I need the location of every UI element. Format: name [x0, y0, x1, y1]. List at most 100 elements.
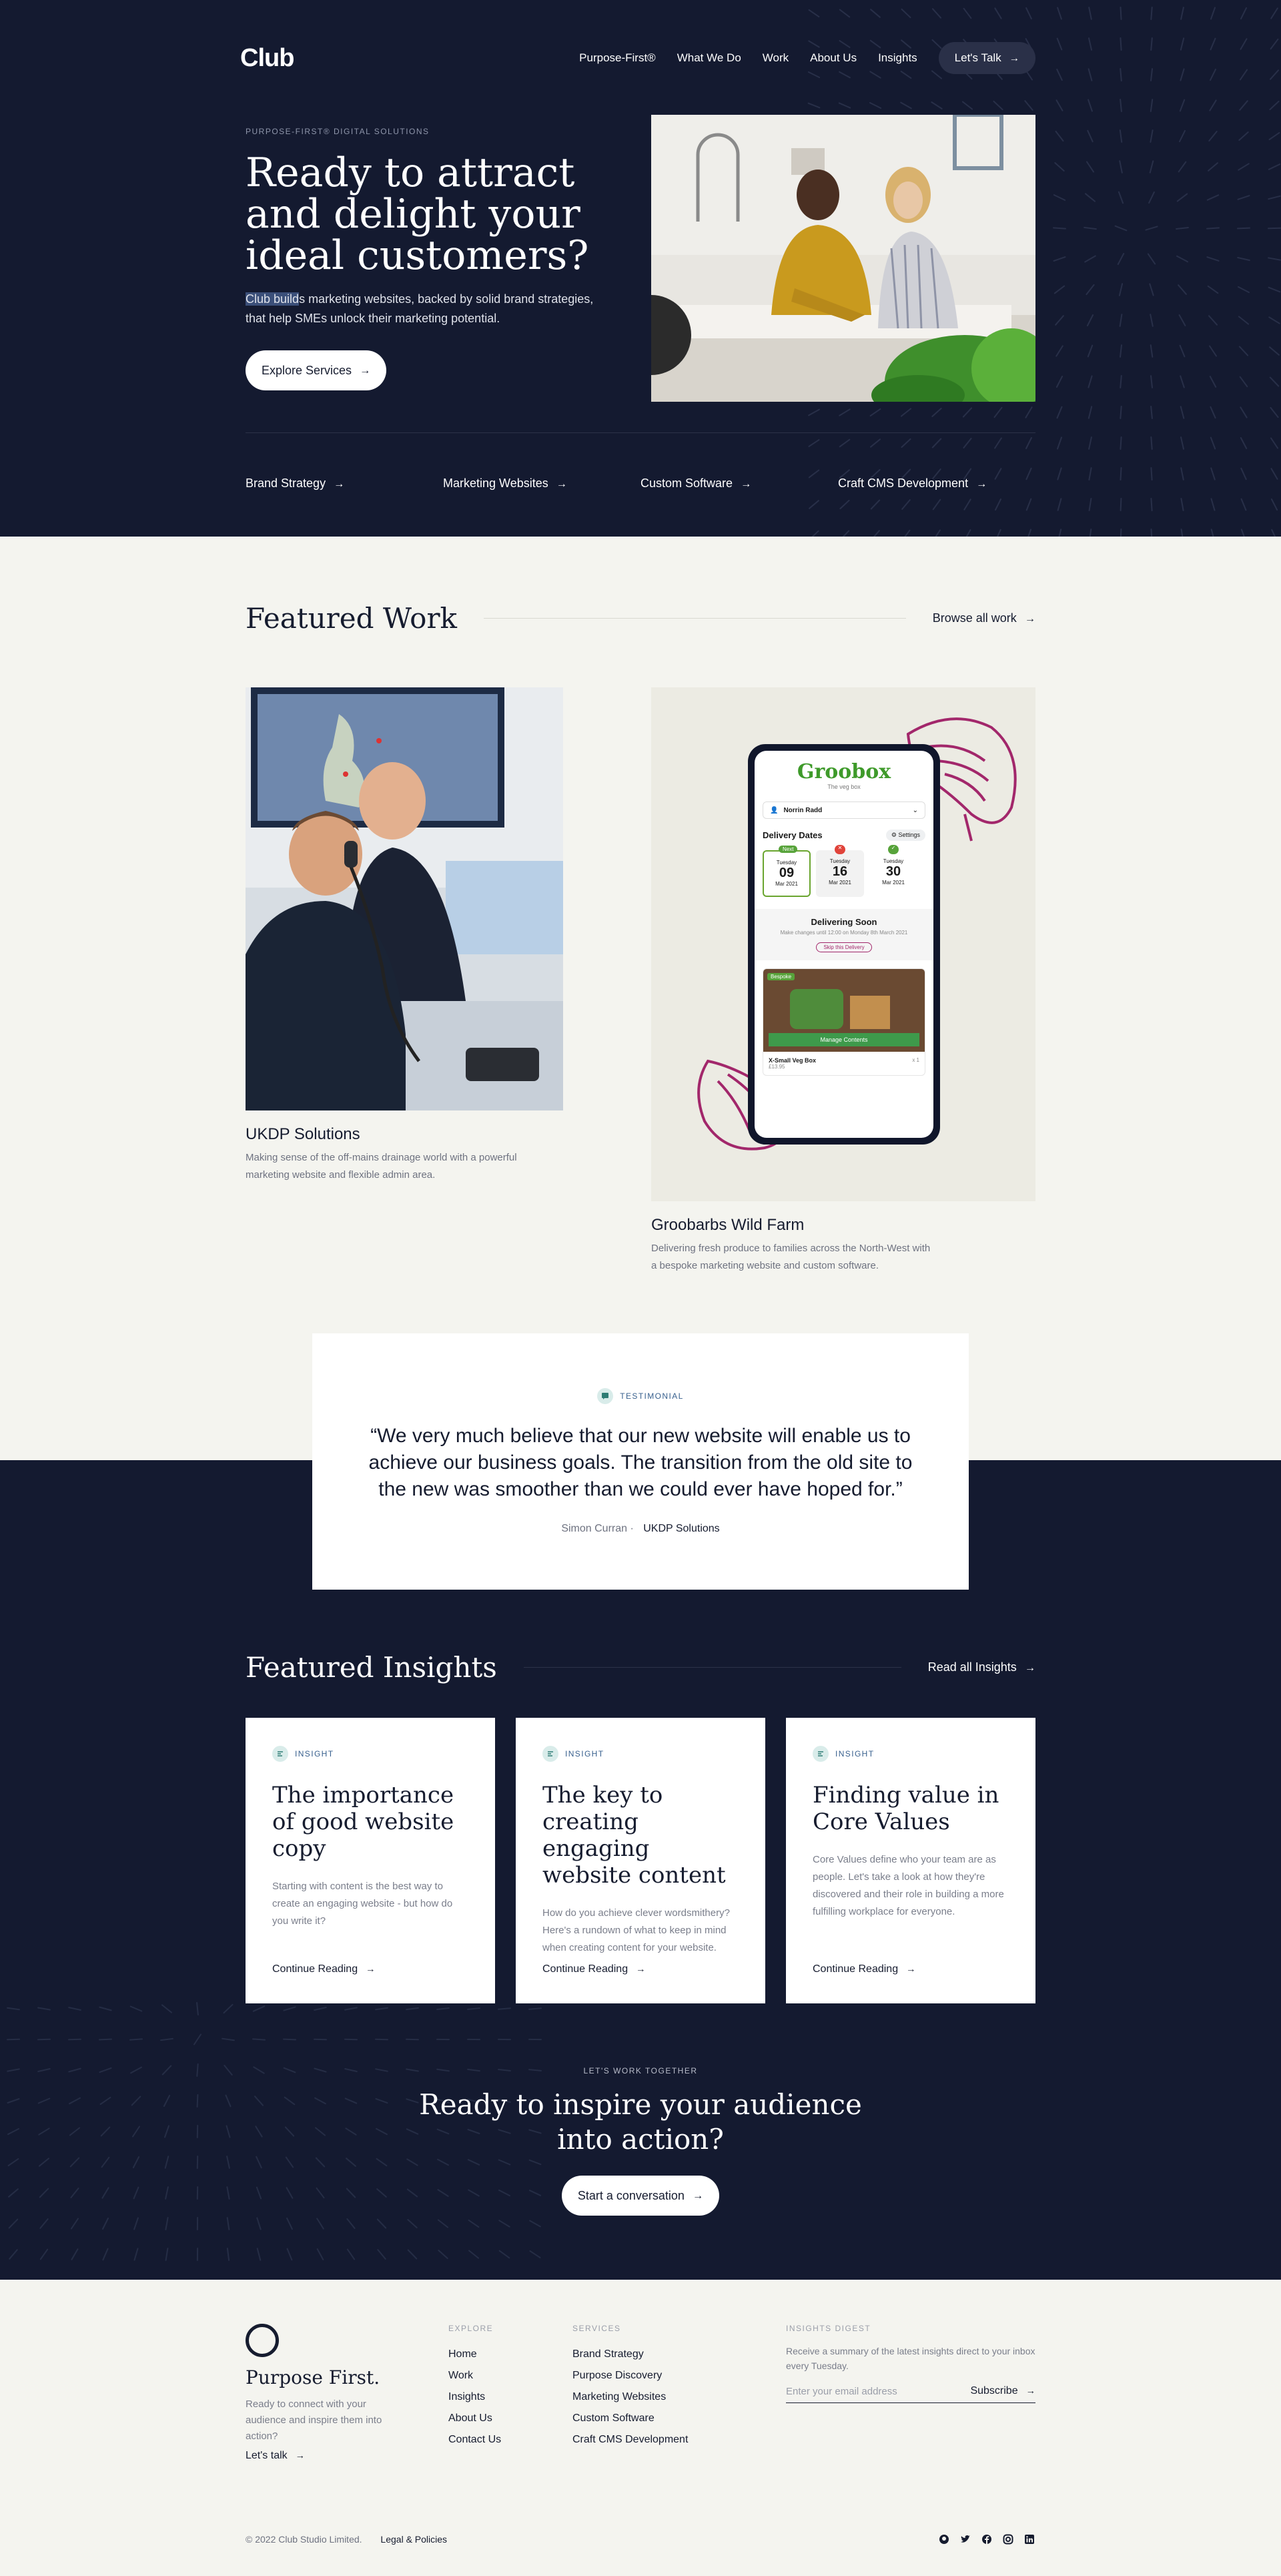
footer-services-heading: SERVICES — [572, 2324, 621, 2333]
social-links — [938, 2533, 1035, 2545]
footer-link-work[interactable]: Work — [448, 2365, 501, 2386]
explore-services-label: Explore Services — [262, 363, 352, 377]
footer-link-contact-us[interactable]: Contact Us — [448, 2429, 501, 2451]
nav-link-work[interactable]: Work — [763, 51, 789, 65]
footer-link-marketing-websites[interactable]: Marketing Websites — [572, 2386, 688, 2408]
footer-link-home[interactable]: Home — [448, 2344, 501, 2365]
product-qty: x 1 — [912, 1057, 919, 1063]
twitter-icon[interactable] — [959, 2533, 971, 2545]
arrow-right-icon: → — [295, 2451, 306, 2461]
footer-link-custom-software[interactable]: Custom Software — [572, 2408, 688, 2429]
service-link-marketing-websites[interactable]: Marketing Websites → — [443, 476, 640, 491]
nav-link-about-us[interactable]: About Us — [810, 51, 857, 65]
nav-link-what-we-do[interactable]: What We Do — [677, 51, 741, 65]
club-logo[interactable]: Club — [240, 44, 294, 73]
footer-brand-description: Ready to connect with your audience and … — [246, 2398, 382, 2442]
footer-link-insights[interactable]: Insights — [448, 2386, 501, 2408]
testimonial-card: TESTIMONIAL “We very much believe that o… — [312, 1333, 969, 1590]
lines-icon — [272, 1746, 288, 1762]
service-link-custom-software[interactable]: Custom Software → — [640, 476, 838, 491]
instagram-icon[interactable] — [1002, 2533, 1014, 2545]
case-study-ukdp[interactable]: UKDP Solutions Making sense of the off-m… — [246, 687, 563, 1184]
cta-title: Ready to inspire your audience into acti… — [419, 2088, 862, 2156]
lets-talk-label: Let's Talk — [954, 51, 1001, 64]
service-label: Marketing Websites — [443, 476, 548, 490]
case-study-groobarbs[interactable]: Groobox The veg box 👤 Norrin Radd ⌄ Deli… — [651, 687, 1035, 1275]
insight-description: How do you achieve clever wordsmithery? … — [542, 1907, 730, 1953]
insight-description: Starting with content is the best way to… — [272, 1881, 453, 1927]
insight-card[interactable]: INSIGHT The key to creating engaging web… — [516, 1718, 765, 2003]
continue-reading-link[interactable]: Continue Reading → — [813, 1963, 915, 1975]
insight-card[interactable]: INSIGHT The importance of good website c… — [246, 1718, 495, 2003]
footer-link-craft-cms[interactable]: Craft CMS Development — [572, 2429, 688, 2451]
footer-link-brand-strategy[interactable]: Brand Strategy — [572, 2344, 688, 2365]
cta-eyebrow: LET'S WORK TOGETHER — [583, 2066, 698, 2075]
services-links: Brand Strategy → Marketing Websites → Cust… — [246, 476, 1035, 491]
lets-talk-button[interactable]: Let's Talk → — [938, 42, 1035, 74]
date-card: Next Tuesday 09 Mar 2021 — [763, 846, 811, 897]
explore-services-button[interactable]: Explore Services → — [246, 350, 387, 390]
nav-link-purpose-first[interactable]: Purpose-First® — [579, 51, 656, 65]
start-conversation-button[interactable]: Start a conversation → — [561, 2176, 720, 2216]
insight-card[interactable]: INSIGHT Finding value in Core Values Cor… — [786, 1718, 1035, 2003]
insight-tag: INSIGHT — [272, 1746, 334, 1762]
continue-reading-label: Continue Reading — [813, 1963, 899, 1975]
insight-title: The key to creating engaging website con… — [542, 1782, 726, 1889]
date-number: 16 — [832, 864, 848, 879]
service-link-brand-strategy[interactable]: Brand Strategy → — [246, 476, 443, 491]
speech-bubble-icon — [597, 1388, 614, 1404]
insight-title: The importance of good website copy — [272, 1782, 454, 1862]
groobox-tagline: The veg box — [827, 783, 861, 790]
read-all-insights-link[interactable]: Read all Insights → — [928, 1660, 1035, 1674]
email-input[interactable] — [786, 2385, 971, 2397]
footer-link-purpose-discovery[interactable]: Purpose Discovery — [572, 2365, 688, 2386]
case-description: Making sense of the off-mains drainage w… — [246, 1152, 517, 1181]
chevron-down-icon: ⌄ — [912, 806, 918, 814]
facebook-icon[interactable] — [981, 2533, 993, 2545]
service-label: Custom Software — [640, 476, 733, 490]
subscribe-button[interactable]: Subscribe → — [970, 2385, 1035, 2397]
service-label: Brand Strategy — [246, 476, 326, 490]
footer-explore-heading: EXPLORE — [448, 2324, 494, 2333]
date-card: ✕ Tuesday 16 Mar 2021 — [816, 845, 864, 897]
featured-work-header: Featured Work Browse all work → — [246, 602, 1035, 635]
delivering-soon-note: Make changes until 12:00 on Monday 8th M… — [780, 930, 908, 936]
testimonial-citation: Simon Curran · UKDP Solutions — [312, 1523, 969, 1535]
gear-icon: ⚙ — [891, 832, 899, 838]
continue-reading-link[interactable]: Continue Reading → — [272, 1963, 375, 1975]
testimonial-quote: “We very much believe that our new websi… — [368, 1425, 913, 1500]
footer-link-about-us[interactable]: About Us — [448, 2408, 501, 2429]
service-label: Craft CMS Development — [838, 476, 969, 490]
dot-separator: · — [630, 1523, 637, 1534]
nav-link-insights[interactable]: Insights — [878, 51, 917, 65]
service-link-craft-cms[interactable]: Craft CMS Development → — [838, 476, 1035, 491]
header-rule — [483, 618, 906, 619]
footer-lets-talk-label: Let's talk — [246, 2450, 288, 2461]
footer-lets-talk-link[interactable]: Let's talk → — [246, 2450, 406, 2462]
site-footer: Purpose First. Ready to connect with you… — [0, 2280, 1281, 2576]
insight-tag-label: INSIGHT — [835, 1749, 875, 1758]
delivery-dates-title: Delivery Dates — [763, 830, 823, 840]
github-icon[interactable] — [938, 2533, 950, 2545]
arrow-right-icon: → — [976, 478, 987, 490]
hero-section: Club Purpose-First® What We Do Work Abou… — [0, 0, 1281, 537]
arrow-right-icon: → — [636, 1964, 646, 1975]
footer-services-column: SERVICES Brand Strategy Purpose Discover… — [572, 2324, 688, 2451]
footer-bottom-bar: © 2022 Club Studio Limited. Legal & Poli… — [246, 2533, 1035, 2545]
continue-reading-label: Continue Reading — [272, 1963, 358, 1975]
hero-title: Ready to attract and delight your ideal … — [246, 149, 589, 279]
arrow-right-icon: → — [1009, 53, 1019, 64]
continue-reading-link[interactable]: Continue Reading → — [542, 1963, 645, 1975]
browse-all-work-link[interactable]: Browse all work → — [933, 611, 1035, 625]
browse-all-work-label: Browse all work — [932, 611, 1017, 625]
next-badge: Next — [779, 846, 798, 853]
cta-section: LET'S WORK TOGETHER Ready to inspire you… — [240, 2066, 1041, 2216]
case-title: UKDP Solutions — [246, 1125, 360, 1143]
legal-policies-link[interactable]: Legal & Policies — [380, 2534, 447, 2545]
continue-reading-label: Continue Reading — [542, 1963, 628, 1975]
user-icon: 👤 — [770, 806, 779, 814]
manage-contents-label: Manage Contents — [820, 1036, 868, 1043]
linkedin-icon[interactable] — [1023, 2533, 1035, 2545]
skip-delivery-label: Skip this Delivery — [823, 944, 865, 950]
insights-digest: INSIGHTS DIGEST Receive a summary of the… — [786, 2324, 1035, 2403]
